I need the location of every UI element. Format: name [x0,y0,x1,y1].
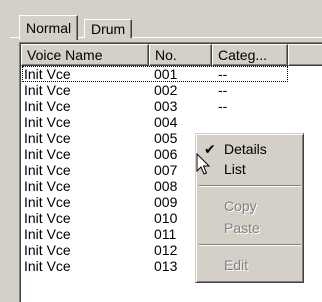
menu-item-copy[interactable]: Copy [198,196,302,216]
cell-number: 002 [154,82,178,98]
cell-number: 004 [154,114,178,130]
table-row[interactable]: Init Vce 002 -- [21,82,322,98]
cell-number: 005 [154,130,178,146]
table-row[interactable]: Init Vce 001 -- [21,66,322,82]
tab-normal[interactable]: Normal [19,15,79,40]
cell-voice-name: Init Vce [24,130,71,146]
menu-separator [199,244,301,246]
table-row[interactable]: Init Vce 003 -- [21,98,322,114]
menu-item-label: Paste [224,220,260,236]
menu-item-label: Edit [224,257,249,273]
column-header-voice-name[interactable]: Voice Name [21,44,149,66]
cell-voice-name: Init Vce [24,242,71,258]
cell-number: 001 [154,66,178,82]
menu-item-edit[interactable]: Edit [198,255,302,275]
tab-strip: Normal Drum [0,0,322,40]
list-header: Voice Name No. Categ... [21,44,322,66]
cell-number: 008 [154,178,178,194]
table-row[interactable]: Init Vce 004 [21,114,322,130]
cell-number: 011 [154,226,177,242]
column-header-filler [288,44,322,66]
cell-category: -- [218,82,228,98]
tab-drum[interactable]: Drum [84,19,133,38]
cell-category: -- [218,98,228,114]
column-header-label: No. [155,47,177,63]
arrow-pointer-icon [196,153,211,175]
menu-item-label: Copy [224,198,257,214]
menu-item-label: List [224,161,246,177]
menu-item-label: Details [224,141,267,157]
cell-category: -- [218,66,228,82]
tab-normal-label: Normal [26,20,72,36]
menu-separator [199,185,301,187]
cell-number: 012 [154,242,178,258]
cell-voice-name: Init Vce [24,146,71,162]
cell-voice-name: Init Vce [24,210,71,226]
column-header-label: Voice Name [27,47,103,63]
cell-voice-name: Init Vce [24,66,71,82]
cell-voice-name: Init Vce [24,194,71,210]
cell-number: 010 [154,210,178,226]
column-header-category[interactable]: Categ... [212,44,288,66]
cell-number: 013 [154,258,178,274]
menu-item-paste[interactable]: Paste [198,218,302,238]
cell-voice-name: Init Vce [24,226,71,242]
menu-item-details[interactable]: ✔ Details [198,139,302,159]
menu-item-list[interactable]: List [198,159,302,179]
cell-voice-name: Init Vce [24,258,71,274]
tab-drum-label: Drum [91,21,126,37]
column-header-label: Categ... [218,47,268,63]
column-header-no[interactable]: No. [149,44,212,66]
cell-voice-name: Init Vce [24,162,71,178]
cell-number: 006 [154,146,178,162]
tab-panel-frame [10,15,19,302]
cell-number: 009 [154,194,178,210]
cell-voice-name: Init Vce [24,98,71,114]
cell-voice-name: Init Vce [24,82,71,98]
cell-number: 003 [154,98,178,114]
cell-voice-name: Init Vce [24,178,71,194]
cell-number: 007 [154,162,178,178]
cell-voice-name: Init Vce [24,114,71,130]
